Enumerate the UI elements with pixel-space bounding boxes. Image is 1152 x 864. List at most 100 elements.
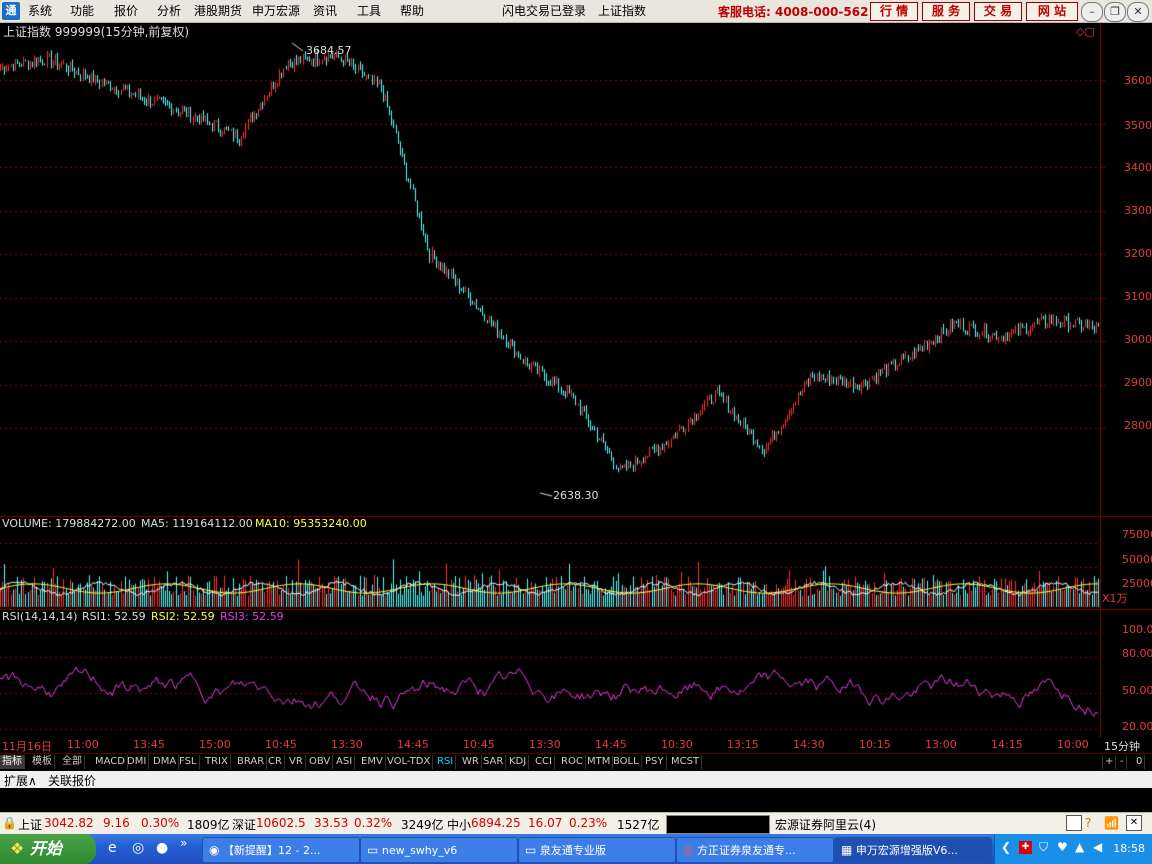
task-label: 【新提醒】12 - 2... [222,844,321,857]
window-toggle-icon[interactable] [1066,815,1082,831]
tab-fsl[interactable]: FSL [177,755,200,769]
tab-cr[interactable]: CR [266,755,285,769]
tab-wr[interactable]: WR [460,755,482,769]
tab-all[interactable]: 全部 [60,755,85,769]
price-tick: 3300 [1124,204,1152,217]
task-item[interactable]: ▭ 泉友通专业版 [518,837,676,863]
tab-vr[interactable]: VR [287,755,306,769]
server-name: 宏源证券阿里云(4) [775,818,876,832]
menu-item-tools[interactable]: 工具 [357,3,381,19]
volume-unit: X1万 [1102,592,1128,605]
time-label: 13:30 [529,738,561,751]
taskbar: ❖ 开始 e ◎ ● » ◉ 【新提醒】12 - 2... ▭ new_swhy… [0,834,1152,864]
chart-options-icon[interactable]: ◇▢ [1076,25,1095,39]
menu-bar: 通 系统 功能 报价 分析 港股期货 申万宏源 资讯 工具 帮助 闪电交易已登录… [0,0,1152,23]
tab-psy[interactable]: PSY [643,755,667,769]
tab-cci[interactable]: CCI [533,755,555,769]
sz-index-pct: 0.32% [354,816,393,830]
tab-kdj[interactable]: KDJ [507,755,530,769]
tab-asi[interactable]: ASI [334,755,356,769]
tab-vol-tdx[interactable]: VOL-TDX [385,755,434,769]
shield-icon[interactable]: ⛉ [1039,840,1048,855]
volume-tick: 25000 [1122,577,1152,590]
rsi1-label: RSI1: 52.59 [82,610,146,623]
tab-boll[interactable]: BOLL [611,755,642,769]
quote-button[interactable]: 行 情 [870,2,918,21]
tray-expand-icon[interactable]: ❮ [1001,840,1011,854]
time-label: 11月16日 [2,740,52,753]
lock-icon: 🔒 [2,816,17,830]
chevron-right-icon[interactable]: » [180,836,187,850]
zx-index-pct: 0.23% [569,816,608,830]
sh-index-label: 上证 [18,818,43,832]
tab-emv[interactable]: EMV [359,755,386,769]
tab-mcst[interactable]: MCST [669,755,703,769]
tab-mtm[interactable]: MTM [585,755,614,769]
folder-icon: ▭ [367,843,379,857]
close-panel-icon[interactable]: ✕ [1126,815,1142,831]
close-icon[interactable]: ✕ [1127,2,1149,22]
task-item[interactable]: ◎ 方正证券泉友通专... [676,837,834,863]
menu-item-help[interactable]: 帮助 [400,3,424,19]
tab-rsi[interactable]: RSI [435,755,457,769]
extension-row: 扩展∧ 关联报价 [0,771,1152,788]
task-item[interactable]: ▭ new_swhy_v6 [360,837,518,863]
tab-trix[interactable]: TRIX [203,755,231,769]
tray-icon[interactable]: ♥ [1057,840,1068,854]
time-label: 14:45 [595,738,627,751]
price-tick: 3400 [1124,161,1152,174]
menu-item-hk-futures[interactable]: 港股期货 [194,3,242,19]
time-label: 15:00 [199,738,231,751]
rsi-tick: 80.00 [1122,647,1152,660]
sz-index-amount: 3249亿 [401,818,444,832]
expand-toggle[interactable]: 扩展∧ [4,772,37,789]
tab-dmi[interactable]: DMI [125,755,150,769]
time-label: 13:15 [727,738,759,751]
tab-brar[interactable]: BRAR [235,755,268,769]
menu-item-quote[interactable]: 报价 [114,3,138,19]
media-icon[interactable]: ◎ [132,840,144,856]
reset-zoom-button[interactable]: 0 [1134,755,1146,769]
time-label: 10:30 [661,738,693,751]
menu-item-swhy[interactable]: 申万宏源 [252,3,300,19]
restore-icon[interactable]: ❐ [1104,2,1126,22]
menu-item-system[interactable]: 系统 [28,3,52,19]
tray-app-icon[interactable]: ✚ [1019,841,1032,854]
chart-canvas[interactable] [0,23,1152,737]
tab-dma[interactable]: DMA [151,755,180,769]
help-icon[interactable]: ? [1085,816,1091,830]
windows-logo-icon: ❖ [10,839,25,858]
tab-obv[interactable]: OBV [307,755,334,769]
time-label: 14:30 [793,738,825,751]
volume-icon[interactable]: ◀ [1093,840,1102,854]
zoom-in-button[interactable]: + [1102,755,1117,769]
tab-sar[interactable]: SAR [481,755,507,769]
chart-area[interactable]: 上证指数 999999(15分钟,前复权) ◇▢ 3684.57 2638.30… [0,23,1152,737]
trade-button[interactable]: 交 易 [974,2,1022,21]
menu-item-news[interactable]: 资讯 [313,3,337,19]
network-icon[interactable]: ▲ [1075,840,1084,854]
service-button[interactable]: 服 务 [922,2,970,21]
ie-icon[interactable]: e [108,840,117,856]
volume-tick: 75000 [1122,528,1152,541]
sz-index-change: 33.53 [314,816,349,830]
website-button[interactable]: 网 站 [1026,2,1078,21]
zoom-out-button[interactable]: - [1118,755,1127,769]
time-label: 13:00 [925,738,957,751]
start-button[interactable]: ❖ 开始 [0,834,96,864]
menu-item-analysis[interactable]: 分析 [157,3,181,19]
tab-macd[interactable]: MACD [93,755,128,769]
menu-item-function[interactable]: 功能 [70,3,94,19]
period-selector[interactable]: 15分钟 [1104,738,1140,754]
clock: 18:58 [1113,842,1145,855]
task-item-active[interactable]: ▦ 申万宏源增强版V6... [834,837,992,863]
tab-template[interactable]: 模板 [30,755,55,769]
tab-roc[interactable]: ROC [559,755,586,769]
related-quotes-link[interactable]: 关联报价 [48,772,96,789]
rsi-label: RSI(14,14,14) [2,610,78,623]
task-item[interactable]: ◉ 【新提醒】12 - 2... [202,837,360,863]
minimize-icon[interactable]: – [1081,2,1103,22]
browser-icon[interactable]: ● [156,840,168,856]
price-tick: 3200 [1124,247,1152,260]
tab-indicator[interactable]: 指标 [0,755,25,769]
